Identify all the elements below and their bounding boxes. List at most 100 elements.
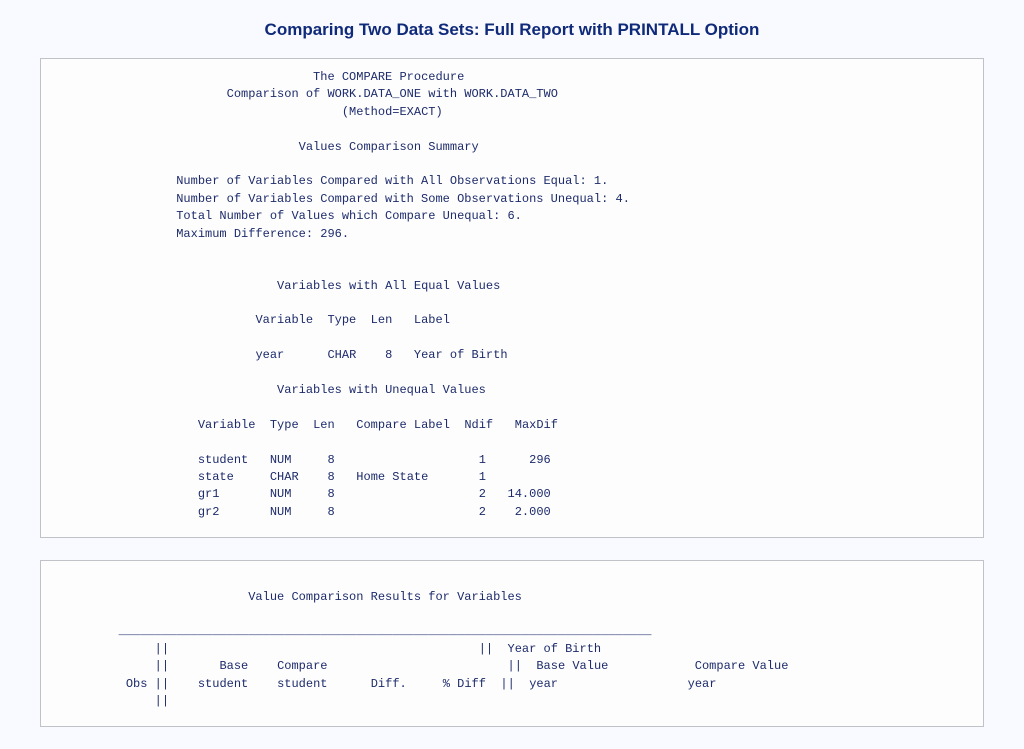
base-lbl: Base (219, 659, 248, 673)
pad (61, 487, 198, 501)
eq-h-type: Type (327, 313, 356, 327)
sep-1b: || (479, 642, 493, 656)
pad (328, 659, 508, 673)
rule-line: ________________________________________… (119, 624, 652, 638)
diff-lbl: Diff. (371, 677, 407, 691)
pad (248, 453, 270, 467)
sep-2a: || (155, 659, 169, 673)
u2-type: CHAR (270, 470, 299, 484)
pad (61, 418, 198, 432)
year-b: year (529, 677, 558, 691)
pad (219, 487, 269, 501)
pad (61, 659, 155, 673)
pad (335, 487, 479, 501)
summary-title: Values Comparison Summary (299, 140, 479, 154)
pad (493, 642, 507, 656)
pad (61, 624, 119, 638)
sep-4a: || (155, 694, 169, 708)
u1-max: 296 (529, 453, 551, 467)
sep-1a: || (155, 642, 169, 656)
pad (61, 174, 176, 188)
obs-lbl: Obs (126, 677, 148, 691)
pad (61, 694, 155, 708)
pad (486, 453, 529, 467)
u4-ndif: 2 (479, 505, 486, 519)
eq-r-label: Year of Birth (414, 348, 508, 362)
pad (61, 590, 248, 604)
pad (299, 418, 313, 432)
pad (61, 383, 277, 397)
yob-title: Year of Birth (508, 642, 602, 656)
uq-h-max: MaxDif (515, 418, 558, 432)
pad (147, 677, 154, 691)
pad (493, 418, 515, 432)
proc-title: The COMPARE Procedure (313, 70, 464, 84)
pad (356, 348, 385, 362)
pad (169, 642, 479, 656)
method-line: (Method=EXACT) (342, 105, 443, 119)
uq-h-len: Len (313, 418, 335, 432)
pad (61, 313, 255, 327)
uq-h-var: Variable (198, 418, 256, 432)
u4-var: gr2 (198, 505, 220, 519)
pad (486, 505, 515, 519)
sep-2b: || (508, 659, 522, 673)
year-c: year (688, 677, 717, 691)
pad (486, 487, 508, 501)
pad (61, 70, 313, 84)
pad (392, 313, 414, 327)
uq-h-ndif: Ndif (464, 418, 493, 432)
student-c: student (277, 677, 327, 691)
u3-var: gr1 (198, 487, 220, 501)
uq-h-lbl: Label (414, 418, 450, 432)
u2-ndif: 1 (479, 470, 486, 484)
pad (328, 677, 371, 691)
u4-type: NUM (270, 505, 292, 519)
pad (61, 87, 227, 101)
report-pre-2: Value Comparison Results for Variables _… (61, 571, 963, 710)
pad (219, 505, 269, 519)
summary-2: Number of Variables Compared with Some O… (176, 192, 630, 206)
pad (407, 677, 443, 691)
pad (335, 505, 479, 519)
cmp-val-lbl: Compare Value (695, 659, 789, 673)
summary-4: Maximum Difference: 296. (176, 227, 349, 241)
pad (61, 470, 198, 484)
pad (61, 140, 299, 154)
u1-type: NUM (270, 453, 292, 467)
summary-3: Total Number of Values which Compare Une… (176, 209, 522, 223)
pad (61, 505, 198, 519)
u4-len: 8 (327, 505, 334, 519)
u3-type: NUM (270, 487, 292, 501)
pad (61, 642, 155, 656)
pad (356, 313, 370, 327)
pad (291, 453, 327, 467)
results-title: Value Comparison Results for Variables (248, 590, 522, 604)
comparison-line: Comparison of WORK.DATA_ONE with WORK.DA… (227, 87, 558, 101)
pad (234, 470, 270, 484)
pad (61, 348, 255, 362)
pad (61, 279, 277, 293)
page-title: Comparing Two Data Sets: Full Report wit… (0, 20, 1024, 40)
eq-h-label: Label (414, 313, 450, 327)
pad (335, 418, 357, 432)
report-box-1: The COMPARE Procedure Comparison of WORK… (40, 58, 984, 538)
pad (169, 677, 198, 691)
u3-max: 14.000 (508, 487, 551, 501)
pad (428, 470, 478, 484)
eq-h-var: Variable (255, 313, 313, 327)
pad (299, 470, 328, 484)
summary-1: Number of Variables Compared with All Ob… (176, 174, 608, 188)
pad (486, 677, 500, 691)
u2-lbl: Home State (356, 470, 428, 484)
pad (169, 659, 219, 673)
pad (522, 659, 536, 673)
pad (61, 677, 126, 691)
compare-lbl: Compare (277, 659, 327, 673)
pad (515, 677, 529, 691)
u4-max: 2.000 (515, 505, 551, 519)
pad (313, 313, 327, 327)
pad (291, 505, 327, 519)
pad (291, 487, 327, 501)
u1-len: 8 (327, 453, 334, 467)
